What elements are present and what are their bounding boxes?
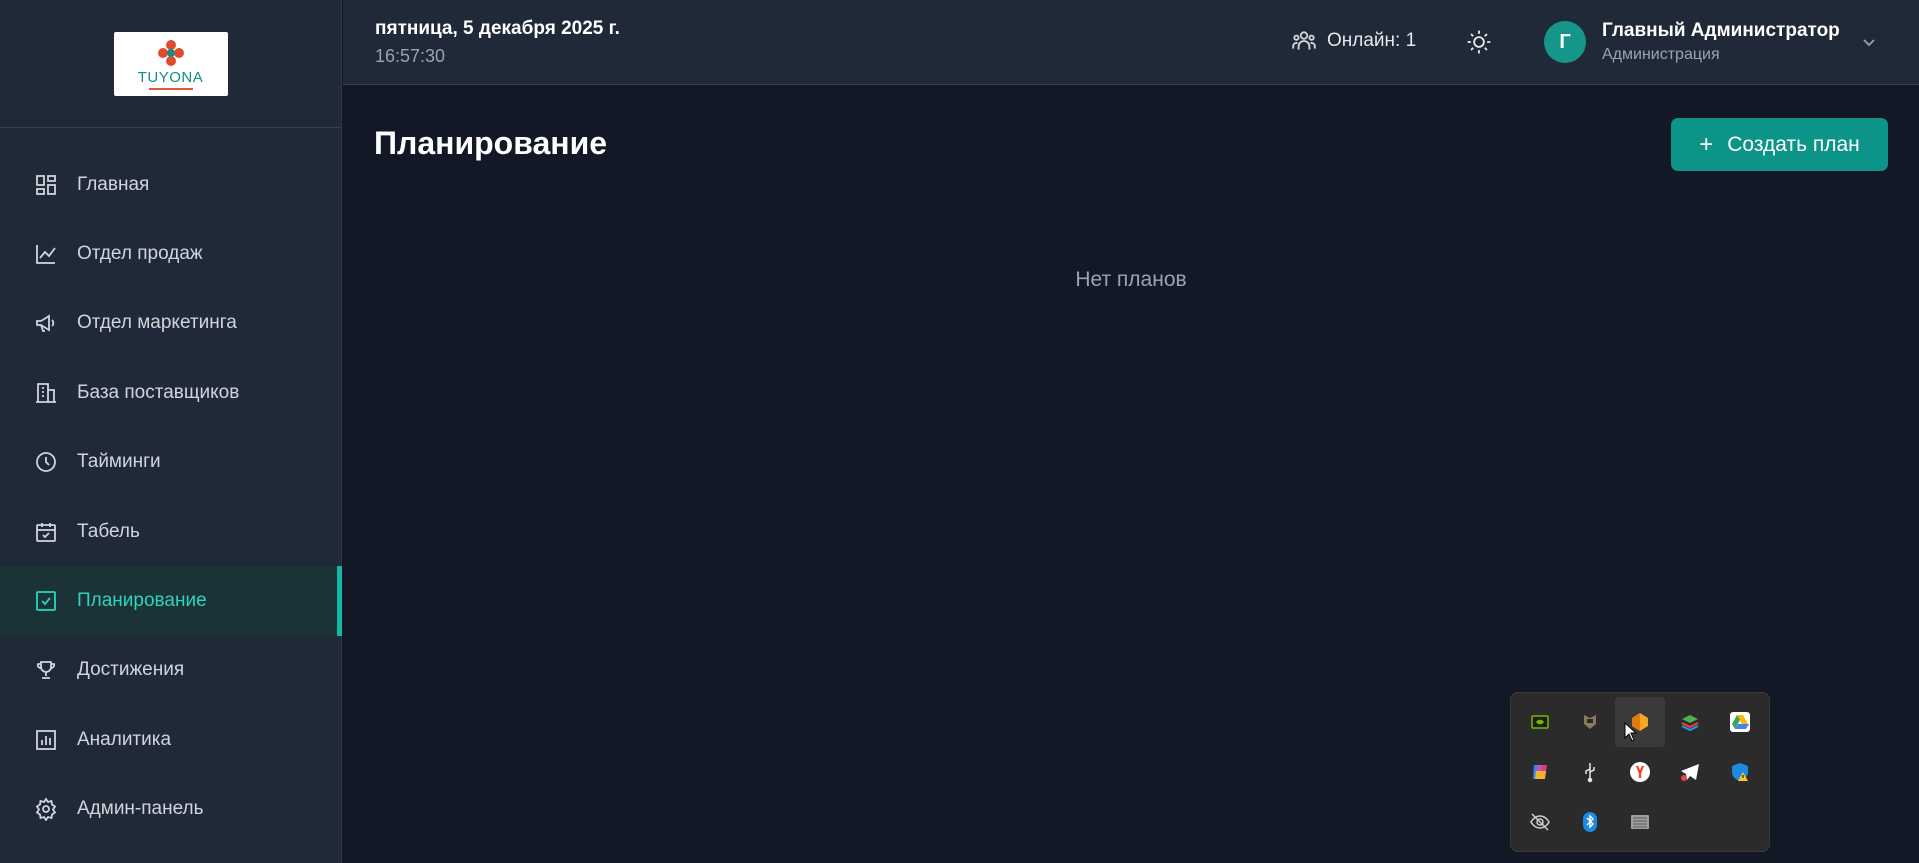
- create-plan-label: Создать план: [1727, 132, 1860, 156]
- empty-state-text: Нет планов: [1075, 268, 1187, 291]
- mouse-cursor-icon: [1624, 722, 1638, 742]
- online-indicator[interactable]: Онлайн: 1: [1291, 28, 1416, 54]
- usb-icon[interactable]: [1565, 747, 1615, 797]
- current-date: пятница, 5 декабря 2025 г.: [375, 18, 620, 39]
- page-title: Планирование: [374, 125, 608, 161]
- bar-chart-icon: [34, 728, 58, 752]
- sidebar-item-marketing[interactable]: Отдел маркетинга: [0, 289, 342, 358]
- user-role: Администрация: [1602, 46, 1720, 63]
- sidebar-item-label: Главная: [77, 173, 150, 195]
- top-header: пятница, 5 декабря 2025 г. 16:57:30 Онла…: [343, 0, 1919, 85]
- logo-underline: [148, 87, 193, 90]
- building-icon: [34, 381, 58, 405]
- defender-warning-icon[interactable]: [1715, 747, 1765, 797]
- sidebar-item-analytics[interactable]: Аналитика: [0, 705, 342, 774]
- flower-icon: [157, 39, 184, 66]
- sidebar-item-timesheet[interactable]: Табель: [0, 497, 342, 566]
- sidebar: TUYONA Главная Отдел продаж Отдел маркет…: [0, 0, 342, 863]
- logo-text: TUYONA: [137, 68, 204, 86]
- sidebar-item-label: Отдел маркетинга: [77, 312, 237, 334]
- checkbox-icon: [34, 589, 58, 613]
- user-name[interactable]: Главный Администратор: [1602, 20, 1840, 42]
- sidebar-item-label: Тайминги: [77, 451, 161, 473]
- users-icon: [1292, 31, 1316, 50]
- chevron-down-icon[interactable]: [1859, 32, 1879, 52]
- current-time: 16:57:30: [375, 46, 446, 66]
- system-tray-popup: [1510, 692, 1770, 852]
- sidebar-item-label: Планирование: [77, 590, 207, 612]
- sidebar-item-label: Админ-панель: [77, 798, 204, 820]
- sidebar-item-label: Отдел продаж: [77, 243, 203, 265]
- copilot-icon[interactable]: [1515, 747, 1565, 797]
- telegram-icon[interactable]: [1665, 747, 1715, 797]
- online-count: Онлайн: 1: [1327, 30, 1417, 51]
- sidebar-item-planning[interactable]: Планирование: [0, 566, 342, 637]
- bluestacks-icon[interactable]: [1665, 697, 1715, 747]
- sidebar-item-label: Достижения: [77, 659, 185, 681]
- sidebar-item-achievements[interactable]: Достижения: [0, 636, 342, 705]
- chart-line-icon: [34, 242, 58, 266]
- gear-icon: [34, 797, 58, 822]
- sidebar-item-timings[interactable]: Тайминги: [0, 428, 342, 497]
- calendar-check-icon: [34, 520, 58, 544]
- sidebar-item-home[interactable]: Главная: [0, 150, 342, 219]
- theme-toggle-button[interactable]: [1464, 27, 1494, 57]
- avatar[interactable]: Г: [1544, 21, 1586, 63]
- clock-icon: [34, 450, 58, 474]
- keyboard-icon[interactable]: [1615, 797, 1665, 847]
- sidebar-item-suppliers[interactable]: База поставщиков: [0, 358, 342, 427]
- sun-icon: [1467, 30, 1491, 54]
- logo[interactable]: TUYONA: [113, 31, 228, 96]
- sidebar-item-admin[interactable]: Админ-панель: [0, 775, 342, 844]
- megaphone-icon: [34, 311, 58, 335]
- logo-area: TUYONA: [0, 0, 341, 128]
- sidebar-item-label: База поставщиков: [77, 381, 240, 403]
- nvidia-icon[interactable]: [1515, 697, 1565, 747]
- create-plan-button[interactable]: + Создать план: [1671, 118, 1888, 171]
- trophy-icon: [34, 658, 58, 682]
- google-drive-icon[interactable]: [1715, 697, 1765, 747]
- app-orange-icon[interactable]: [1615, 697, 1665, 747]
- bluetooth-icon[interactable]: [1565, 797, 1615, 847]
- sidebar-item-sales[interactable]: Отдел продаж: [0, 219, 342, 288]
- game-icon[interactable]: [1565, 697, 1615, 747]
- plus-icon: +: [1699, 130, 1714, 158]
- sidebar-item-label: Табель: [77, 520, 140, 542]
- sidebar-item-label: Аналитика: [77, 728, 172, 750]
- hidden-eye-icon[interactable]: [1515, 797, 1565, 847]
- sidebar-nav: Главная Отдел продаж Отдел маркетинга Ба…: [0, 150, 342, 844]
- yandex-icon[interactable]: [1615, 747, 1665, 797]
- dashboard-icon: [34, 173, 58, 197]
